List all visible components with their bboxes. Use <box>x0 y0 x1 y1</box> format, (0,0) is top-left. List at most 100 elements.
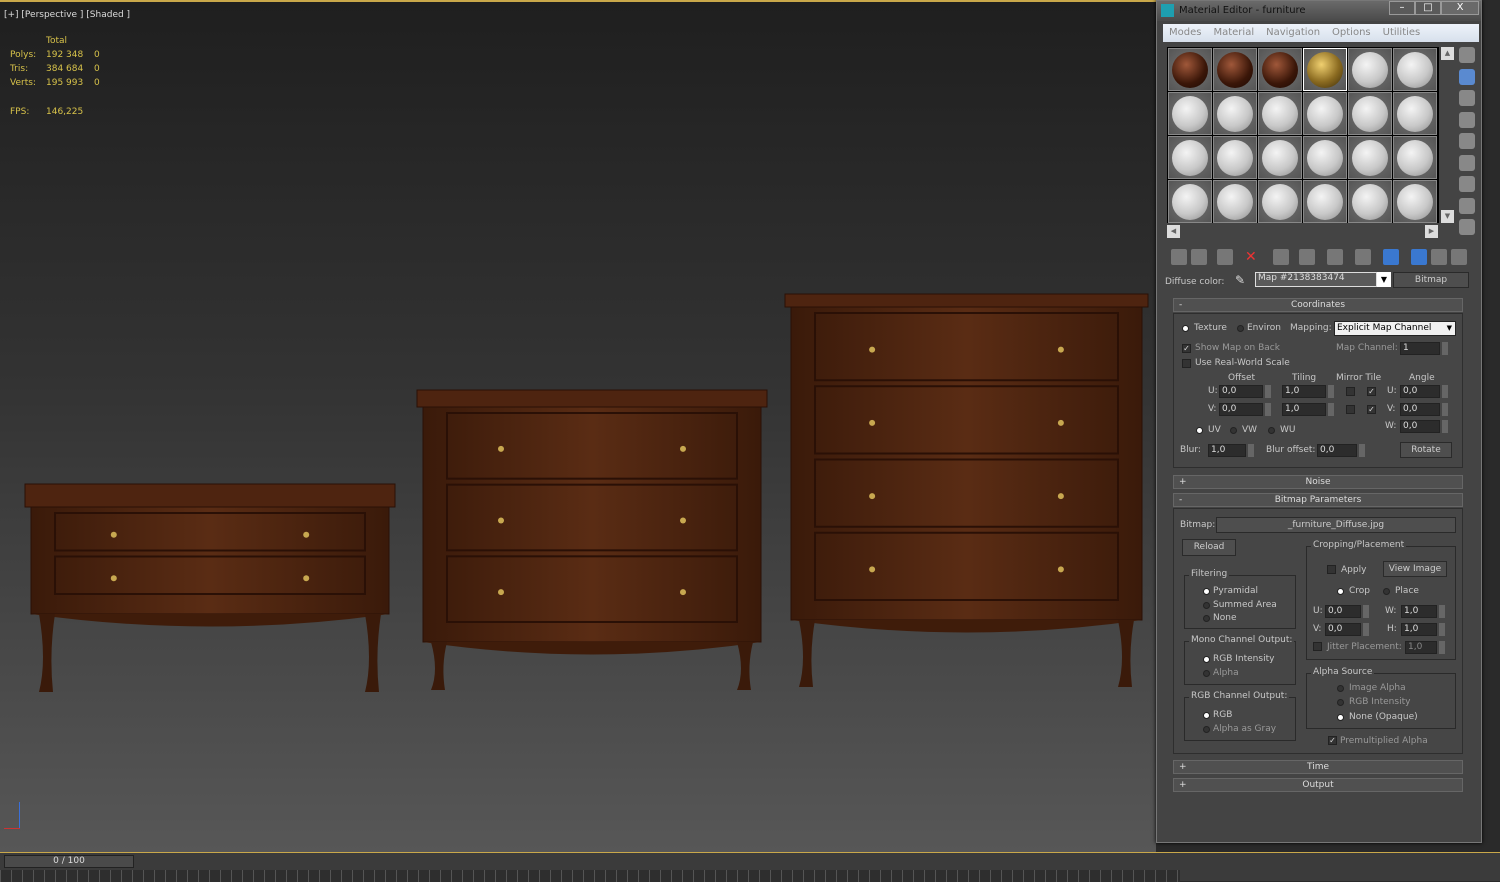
timeline[interactable]: 0 / 100 <box>0 852 1500 882</box>
crop-w-spinner[interactable] <box>1439 605 1445 618</box>
put-to-scene-icon[interactable] <box>1191 249 1207 265</box>
get-material-icon[interactable] <box>1171 249 1187 265</box>
mirror-u-checkbox[interactable] <box>1346 387 1355 396</box>
material-slot[interactable] <box>1393 180 1437 223</box>
tiling-u-spinner[interactable] <box>1328 385 1334 398</box>
alpha-as-gray-radio[interactable] <box>1203 726 1210 733</box>
tiling-v-spinner[interactable] <box>1328 403 1334 416</box>
crop-w-field[interactable]: 1,0 <box>1401 605 1437 618</box>
apply-checkbox[interactable] <box>1327 565 1336 574</box>
mono-alpha-radio[interactable] <box>1203 670 1210 677</box>
uv-radio[interactable] <box>1196 427 1203 434</box>
make-preview-icon[interactable] <box>1459 154 1475 171</box>
map-name-field[interactable]: Map #2138383474 <box>1255 272 1377 287</box>
crop-v-spinner[interactable] <box>1363 623 1369 636</box>
material-slot[interactable] <box>1258 48 1302 91</box>
bitmap-parameters-rollout-header[interactable]: - Bitmap Parameters <box>1173 493 1463 507</box>
offset-v-spinner[interactable] <box>1265 403 1271 416</box>
menu-options[interactable]: Options <box>1332 27 1371 38</box>
rotate-button[interactable]: Rotate <box>1400 442 1452 458</box>
tile-v-checkbox[interactable]: ✓ <box>1367 405 1376 414</box>
wu-radio[interactable] <box>1268 427 1275 434</box>
show-map-on-back-checkbox[interactable]: ✓ <box>1182 344 1191 353</box>
menu-material[interactable]: Material <box>1213 27 1254 38</box>
video-color-check-icon[interactable] <box>1459 133 1475 149</box>
scene-dressers[interactable] <box>0 2 1156 852</box>
summed-area-radio[interactable] <box>1203 602 1210 609</box>
mirror-v-checkbox[interactable] <box>1346 405 1355 414</box>
material-slot[interactable] <box>1258 92 1302 135</box>
angle-v-spinner[interactable] <box>1442 403 1448 416</box>
assign-to-selection-icon[interactable] <box>1217 249 1233 265</box>
material-slot[interactable] <box>1168 92 1212 135</box>
crop-u-field[interactable]: 0,0 <box>1325 605 1361 618</box>
material-slot[interactable] <box>1348 92 1392 135</box>
uv-tiling-icon[interactable] <box>1459 111 1475 128</box>
jitter-spinner[interactable] <box>1439 641 1445 654</box>
background-icon[interactable] <box>1459 90 1475 106</box>
eyedropper-icon[interactable]: ✎ <box>1235 273 1249 287</box>
bitmap-file-button[interactable]: _furniture_Diffuse.jpg <box>1216 517 1456 533</box>
offset-v-field[interactable]: 0,0 <box>1219 403 1263 416</box>
material-slot[interactable] <box>1393 136 1437 179</box>
material-slot[interactable] <box>1258 180 1302 223</box>
make-unique-icon[interactable] <box>1273 249 1289 265</box>
angle-u-field[interactable]: 0,0 <box>1400 385 1440 398</box>
premultiplied-alpha-checkbox[interactable]: ✓ <box>1328 736 1337 745</box>
select-by-material-icon[interactable] <box>1459 197 1475 214</box>
material-slot[interactable] <box>1168 180 1212 223</box>
vw-radio[interactable] <box>1230 427 1237 434</box>
place-radio[interactable] <box>1383 588 1390 595</box>
blur-offset-spinner[interactable] <box>1359 444 1365 457</box>
tile-u-checkbox[interactable]: ✓ <box>1367 387 1376 396</box>
map-channel-spinner[interactable] <box>1442 342 1448 355</box>
reset-map-icon[interactable]: ✕ <box>1245 249 1261 265</box>
time-rollout-header[interactable]: + Time <box>1173 760 1463 774</box>
menu-utilities[interactable]: Utilities <box>1383 27 1421 38</box>
go-forward-icon[interactable] <box>1451 249 1467 265</box>
real-world-scale-checkbox[interactable] <box>1182 359 1191 368</box>
blur-field[interactable]: 1,0 <box>1208 444 1246 457</box>
backlight-icon[interactable] <box>1459 68 1475 85</box>
filter-none-radio[interactable] <box>1203 615 1210 622</box>
material-slot[interactable] <box>1393 48 1437 91</box>
show-end-result-icon[interactable] <box>1411 249 1427 265</box>
time-slider[interactable]: 0 / 100 <box>4 855 134 868</box>
material-slot[interactable] <box>1303 136 1347 179</box>
crop-u-spinner[interactable] <box>1363 605 1369 618</box>
material-slot[interactable] <box>1213 92 1257 135</box>
map-channel-field[interactable]: 1 <box>1400 342 1440 355</box>
crop-v-field[interactable]: 0,0 <box>1325 623 1361 636</box>
output-rollout-header[interactable]: + Output <box>1173 778 1463 792</box>
map-dropdown-chevron-icon[interactable]: ▼ <box>1377 272 1391 287</box>
tiling-v-field[interactable]: 1,0 <box>1282 403 1326 416</box>
material-slot[interactable] <box>1303 48 1347 91</box>
view-image-button[interactable]: View Image <box>1383 561 1447 577</box>
close-button[interactable]: X <box>1441 1 1479 15</box>
material-slot[interactable] <box>1348 136 1392 179</box>
jitter-checkbox[interactable] <box>1313 642 1322 651</box>
crop-h-spinner[interactable] <box>1439 623 1445 636</box>
material-slot[interactable] <box>1348 180 1392 223</box>
alpha-rgb-intensity-radio[interactable] <box>1337 699 1344 706</box>
perspective-viewport[interactable]: [+] [Perspective ] [Shaded ] Total Polys… <box>0 0 1156 852</box>
rgb-intensity-radio[interactable] <box>1203 656 1210 663</box>
material-slot[interactable] <box>1348 48 1392 91</box>
angle-u-spinner[interactable] <box>1442 385 1448 398</box>
angle-w-spinner[interactable] <box>1442 420 1448 433</box>
material-slot[interactable] <box>1168 136 1212 179</box>
none-opaque-radio[interactable] <box>1337 714 1344 721</box>
texture-radio[interactable] <box>1182 325 1189 332</box>
material-slot[interactable] <box>1258 136 1302 179</box>
put-to-library-icon[interactable] <box>1299 249 1315 265</box>
scroll-down-button[interactable]: ▼ <box>1441 210 1454 223</box>
options-icon[interactable] <box>1459 176 1475 192</box>
scroll-left-button[interactable]: ◀ <box>1167 225 1180 238</box>
timeline-ruler[interactable] <box>0 870 1180 882</box>
material-slot[interactable] <box>1213 48 1257 91</box>
noise-rollout-header[interactable]: + Noise <box>1173 475 1463 489</box>
go-to-parent-icon[interactable] <box>1431 249 1447 265</box>
blur-spinner[interactable] <box>1248 444 1254 457</box>
material-slot[interactable] <box>1213 136 1257 179</box>
angle-w-field[interactable]: 0,0 <box>1400 420 1440 433</box>
